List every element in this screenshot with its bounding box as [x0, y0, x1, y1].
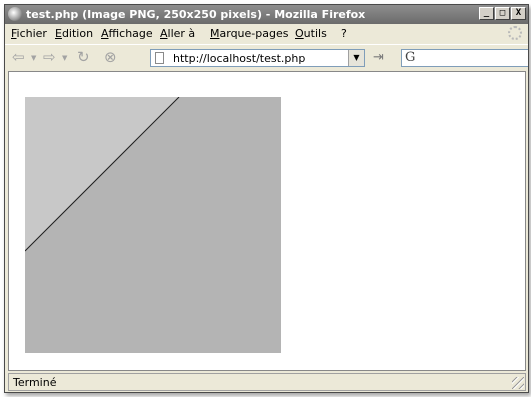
back-icon[interactable]: ⇦	[12, 49, 25, 65]
go-icon[interactable]: ⇥	[373, 50, 384, 65]
menu-marque-pages[interactable]: Marque-pages	[210, 27, 288, 40]
status-bar: Terminé	[8, 373, 526, 391]
maximize-button[interactable]: □	[495, 7, 510, 20]
url-dropdown-icon[interactable]: ▼	[348, 50, 364, 66]
window-controls: _ □ X	[479, 7, 526, 20]
back-dropdown-icon[interactable]: ▼	[31, 54, 36, 62]
navigation-toolbar: ⇦ ▼ ⇨ ▼ ↻ ⊗ http://localhost/test.php ▼ …	[5, 44, 528, 71]
menu-aide[interactable]: ?	[341, 27, 347, 40]
throbber-icon	[508, 26, 522, 40]
reload-icon[interactable]: ↻	[77, 49, 90, 65]
page-viewport	[8, 71, 526, 371]
menu-bar: Fichier Edition Affichage Aller à Marque…	[5, 24, 528, 44]
png-image	[25, 97, 281, 353]
resize-grip-icon[interactable]	[512, 377, 524, 389]
firefox-icon	[8, 7, 22, 21]
forward-icon[interactable]: ⇨	[43, 49, 56, 65]
url-field[interactable]: http://localhost/test.php ▼	[150, 49, 365, 67]
menu-edition[interactable]: Edition	[55, 27, 93, 40]
menu-fichier[interactable]: Fichier	[11, 27, 47, 40]
stop-icon[interactable]: ⊗	[104, 49, 117, 65]
browser-window: test.php (Image PNG, 250x250 pixels) - M…	[4, 4, 529, 393]
menu-affichage[interactable]: Affichage	[101, 27, 153, 40]
search-input[interactable]: G	[401, 49, 528, 67]
close-button[interactable]: X	[511, 7, 526, 20]
search-engine-icon[interactable]: G	[405, 50, 415, 65]
forward-dropdown-icon[interactable]: ▼	[62, 54, 67, 62]
page-icon	[155, 52, 164, 64]
title-bar[interactable]: test.php (Image PNG, 250x250 pixels) - M…	[5, 5, 528, 24]
menu-outils[interactable]: Outils	[295, 27, 327, 40]
status-text: Terminé	[13, 376, 57, 389]
url-text[interactable]: http://localhost/test.php	[173, 52, 305, 65]
window-title: test.php (Image PNG, 250x250 pixels) - M…	[26, 8, 366, 21]
minimize-button[interactable]: _	[479, 7, 494, 20]
menu-aller-a[interactable]: Aller à	[160, 27, 195, 40]
